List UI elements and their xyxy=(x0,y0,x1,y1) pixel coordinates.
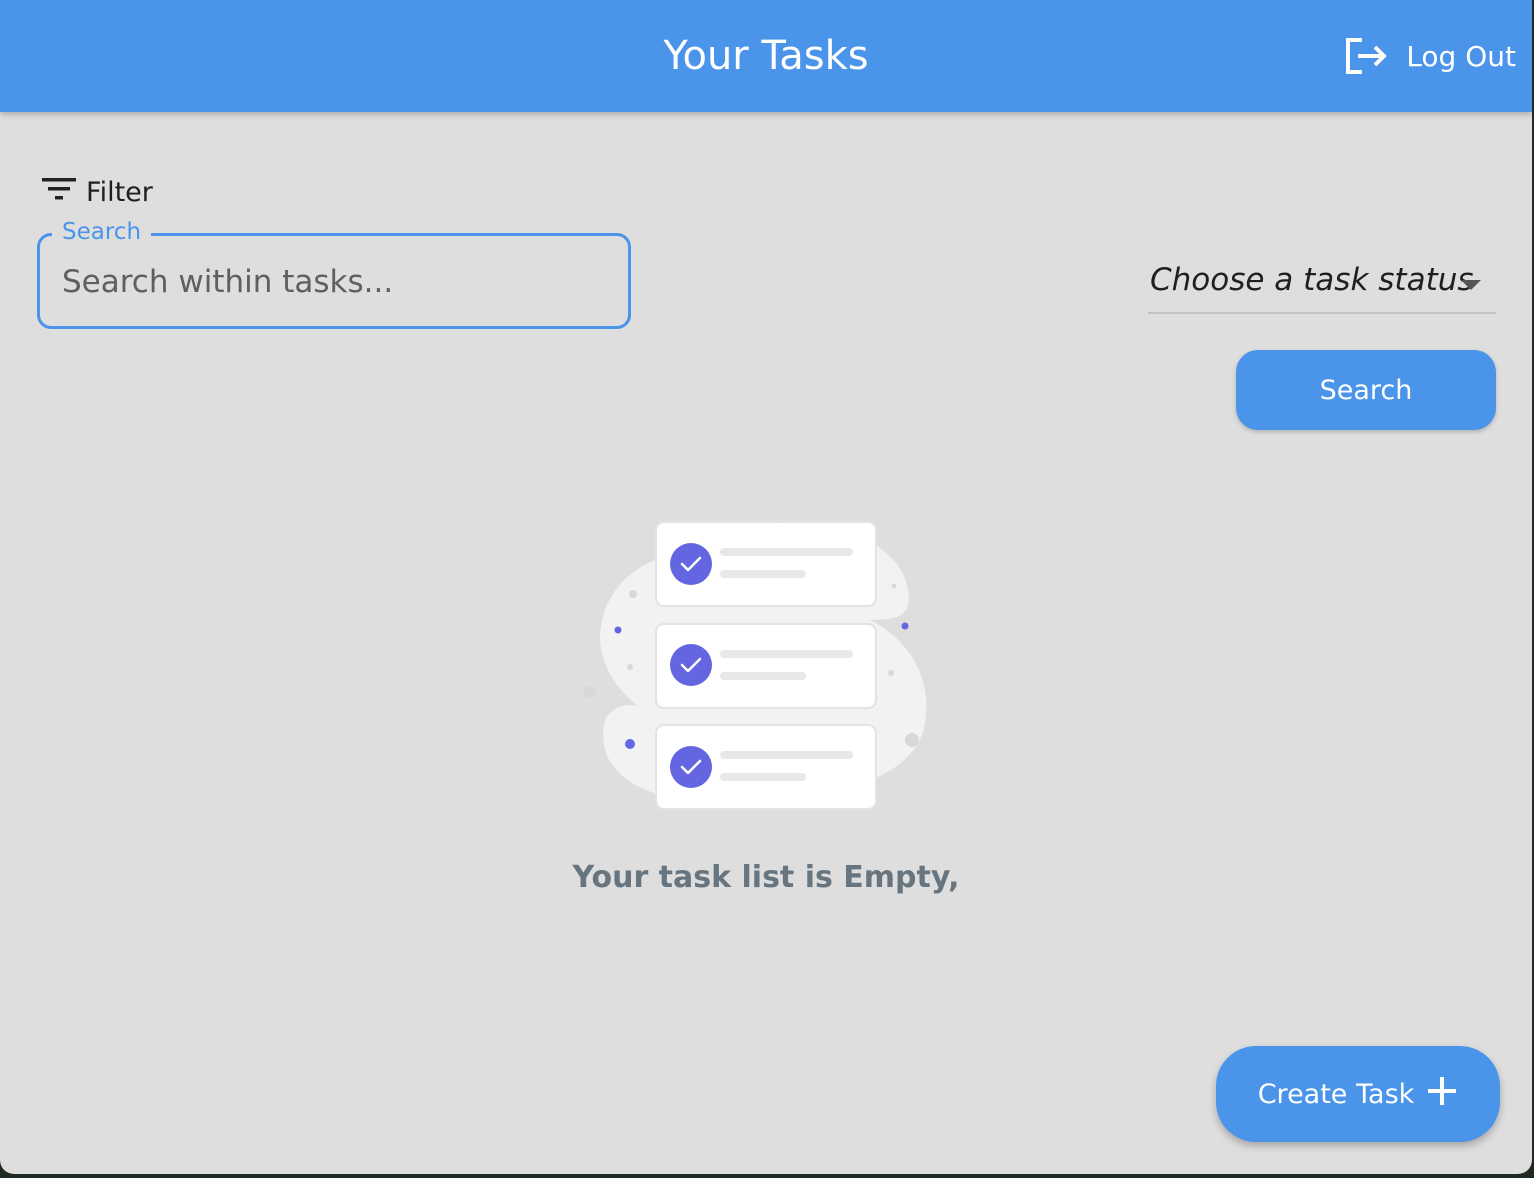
filter-icon xyxy=(40,174,78,211)
plus-icon xyxy=(1426,1075,1458,1114)
task-list-illustration xyxy=(570,505,950,825)
create-task-button[interactable]: Create Task xyxy=(1216,1046,1500,1142)
page-title: Your Tasks xyxy=(663,33,869,79)
task-status-placeholder: Choose a task status xyxy=(1150,262,1474,298)
dropdown-caret-icon xyxy=(1460,278,1482,296)
search-button[interactable]: Search xyxy=(1236,350,1496,430)
logout-button[interactable]: Log Out xyxy=(1344,30,1516,82)
search-field-label: Search xyxy=(52,218,152,246)
app-window: Your Tasks Log Out Filter Search Search … xyxy=(0,0,1532,1174)
logout-icon xyxy=(1344,36,1388,76)
search-input[interactable] xyxy=(60,258,604,306)
search-field[interactable]: Search xyxy=(37,218,631,329)
filter-label: Filter xyxy=(86,176,153,208)
create-task-label: Create Task xyxy=(1257,1078,1415,1110)
empty-state-message: Your task list is Empty, xyxy=(572,860,960,895)
app-bar: Your Tasks Log Out xyxy=(0,0,1532,112)
filter-button[interactable]: Filter xyxy=(40,172,153,212)
logout-label: Log Out xyxy=(1406,39,1516,73)
task-status-dropdown[interactable]: Choose a task status xyxy=(1148,258,1496,314)
